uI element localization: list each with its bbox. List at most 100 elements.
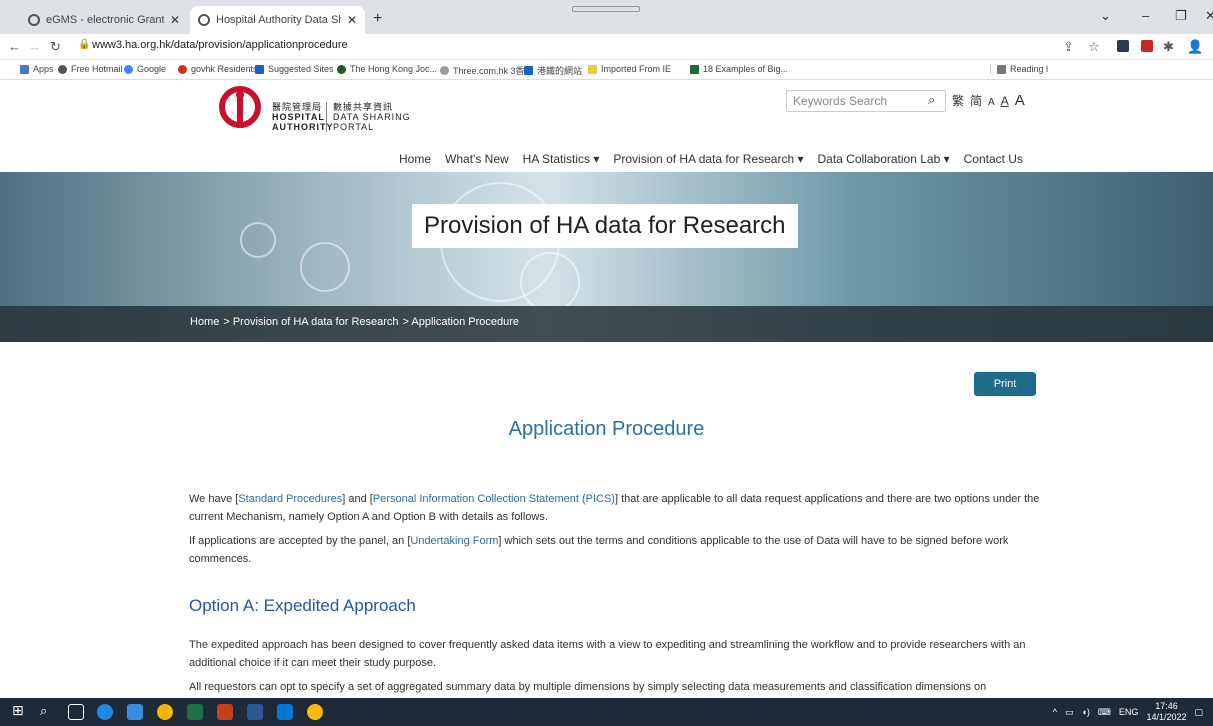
govhk-icon [178,64,187,74]
reading-list[interactable]: Reading l [990,64,1048,74]
hospital-authority-logo-icon[interactable] [216,86,264,128]
bookmark-mtr[interactable]: 港鐵的網站 [524,64,582,77]
nav-data-collaboration-lab[interactable]: Data Collaboration Lab ▾ [818,152,950,166]
app-icon[interactable] [157,704,173,720]
undertaking-paragraph: If applications are accepted by the pane… [189,535,1009,565]
bookmark-three[interactable]: Three.com.hk 3香港 [440,64,534,77]
url-field[interactable]: www3.ha.org.hk/data/provision/applicatio… [92,39,348,51]
minimize-icon[interactable]: – [1142,8,1149,23]
globe-icon [337,64,346,74]
address-bar: ← → ↻ 🔒 www3.ha.org.hk/data/provision/ap… [0,34,1213,60]
lock-icon: 🔒 [78,39,91,50]
bookmark-big-data[interactable]: 18 Examples of Big... [690,64,788,74]
print-button[interactable]: Print [974,372,1036,396]
folder-icon [588,64,597,74]
ha-logo-text: 醫院管理局 HOSPITAL AUTHORITY [272,102,334,132]
input-language[interactable]: ENG [1119,707,1139,717]
breadcrumb-provision[interactable]: > Provision of HA data for Research [223,316,398,342]
nav-home[interactable]: Home [399,152,431,166]
nav-whats-new[interactable]: What's New [445,152,509,166]
puzzle-icon[interactable]: ✱ [1163,39,1174,55]
google-icon [124,64,133,74]
new-tab-icon[interactable]: + [373,10,382,28]
powerpoint-icon[interactable] [217,704,233,720]
browser-tab-bar: eGMS - electronic Grant Manage ✕ Hospita… [0,0,1213,34]
nav-contact-us[interactable]: Contact Us [964,152,1023,166]
globe-icon [28,14,40,26]
task-view-icon[interactable] [68,704,84,720]
share-icon[interactable]: ⇪ [1063,39,1074,55]
tab-egms[interactable]: eGMS - electronic Grant Manage ✕ [20,6,188,34]
chevron-down-icon[interactable]: ⌄ [1100,8,1111,24]
star-icon[interactable]: ☆ [1088,39,1100,55]
bing-icon [524,66,533,75]
bookmark-hkjc[interactable]: The Hong Kong Joc... [337,64,437,74]
windows-taskbar: ⊞ ⌕ ^ ▭ ◖) ⌨ ENG 17:46 14/1/2022 ▢ [0,698,1213,726]
search-icon[interactable]: ⌕ [928,92,935,108]
network-icon[interactable]: ▭ [1065,707,1074,718]
language-font-controls: 繁 简 A A A [952,92,1025,109]
breadcrumb-home[interactable]: Home [190,316,219,342]
word-icon[interactable] [247,704,263,720]
volume-icon[interactable]: ◖) [1081,707,1089,717]
three-icon [440,66,449,75]
tab-title: Hospital Authority Data Sharing [216,14,341,26]
bookmark-apps[interactable]: Apps [20,64,54,74]
chevron-up-icon[interactable]: ^ [1053,707,1057,717]
outlook-icon[interactable] [277,704,293,720]
font-size-large[interactable]: A [1015,92,1025,109]
bookmark-folder-ie[interactable]: Imported From IE [588,64,671,74]
option-a-heading: Option A: Expedited Approach [189,596,416,615]
font-size-small[interactable]: A [988,97,995,108]
tab-title: eGMS - electronic Grant Manage [46,14,164,26]
profile-icon[interactable]: 👤 [1187,39,1203,55]
standard-procedures-link[interactable]: Standard Procedures [238,493,342,505]
bookmark-suggested[interactable]: Suggested Sites [255,64,334,74]
reading-list-icon [997,64,1006,74]
clock[interactable]: 17:46 14/1/2022 [1146,701,1186,723]
file-explorer-icon[interactable] [127,704,143,720]
maximize-icon[interactable]: ❐ [1175,8,1187,24]
search-icon[interactable]: ⌕ [40,703,56,719]
back-icon[interactable]: ← [8,39,21,54]
excel-icon[interactable] [187,704,203,720]
globe-icon [198,14,210,26]
close-icon[interactable]: ✕ [347,13,357,27]
undertaking-form-link[interactable]: Undertaking Form [410,535,498,547]
expedited-paragraph: The expedited approach has been designed… [189,639,1026,669]
pics-link[interactable]: Personal Information Collection Statemen… [373,493,615,505]
site-header: 醫院管理局 HOSPITAL AUTHORITY 數據共享資訊 DATA SHA… [0,80,1213,172]
keyboard-icon[interactable]: ⌨ [1098,707,1111,718]
forward-icon[interactable]: → [28,39,41,54]
pdf-extension-icon[interactable] [1141,40,1153,52]
site-icon [690,64,699,74]
breadcrumb: Home > Provision of HA data for Research… [0,306,1213,342]
nav-ha-statistics[interactable]: HA Statistics ▾ [523,152,600,166]
edge-icon[interactable] [97,704,113,720]
lang-simplified[interactable]: 简 [970,92,982,109]
main-navigation: Home What's New HA Statistics ▾ Provisio… [399,152,1023,166]
windows-start-icon[interactable]: ⊞ [12,702,28,718]
breadcrumb-current: > Application Procedure [402,316,520,328]
bookmark-govhk[interactable]: govhk Residents [178,64,258,74]
lang-traditional[interactable]: 繁 [952,92,964,109]
page-title: Application Procedure [508,418,705,440]
keywords-search-input[interactable]: Keywords Search [786,90,946,112]
bookmark-hotmail[interactable]: Free Hotmail [58,64,123,74]
bookmark-google[interactable]: Google [124,64,166,74]
nav-provision-of-ha-data[interactable]: Provision of HA data for Research ▾ [613,152,803,166]
reload-icon[interactable]: ↻ [50,39,61,55]
decorative-circle [240,222,276,258]
font-size-medium[interactable]: A [1001,94,1009,108]
close-window-icon[interactable]: ✕ [1205,8,1213,24]
apps-grid-icon [20,64,29,74]
chrome-icon[interactable] [307,704,323,720]
extension-icon[interactable] [1117,40,1129,52]
decorative-circle [520,252,580,312]
notification-icon[interactable]: ▢ [1194,707,1203,718]
tab-ha-data-sharing[interactable]: Hospital Authority Data Sharing ✕ [190,6,365,34]
bookmarks-bar: Apps Free Hotmail Google govhk Residents… [0,60,1213,80]
drag-handle [572,6,640,12]
close-icon[interactable]: ✕ [170,13,180,27]
decorative-circle [300,242,350,292]
